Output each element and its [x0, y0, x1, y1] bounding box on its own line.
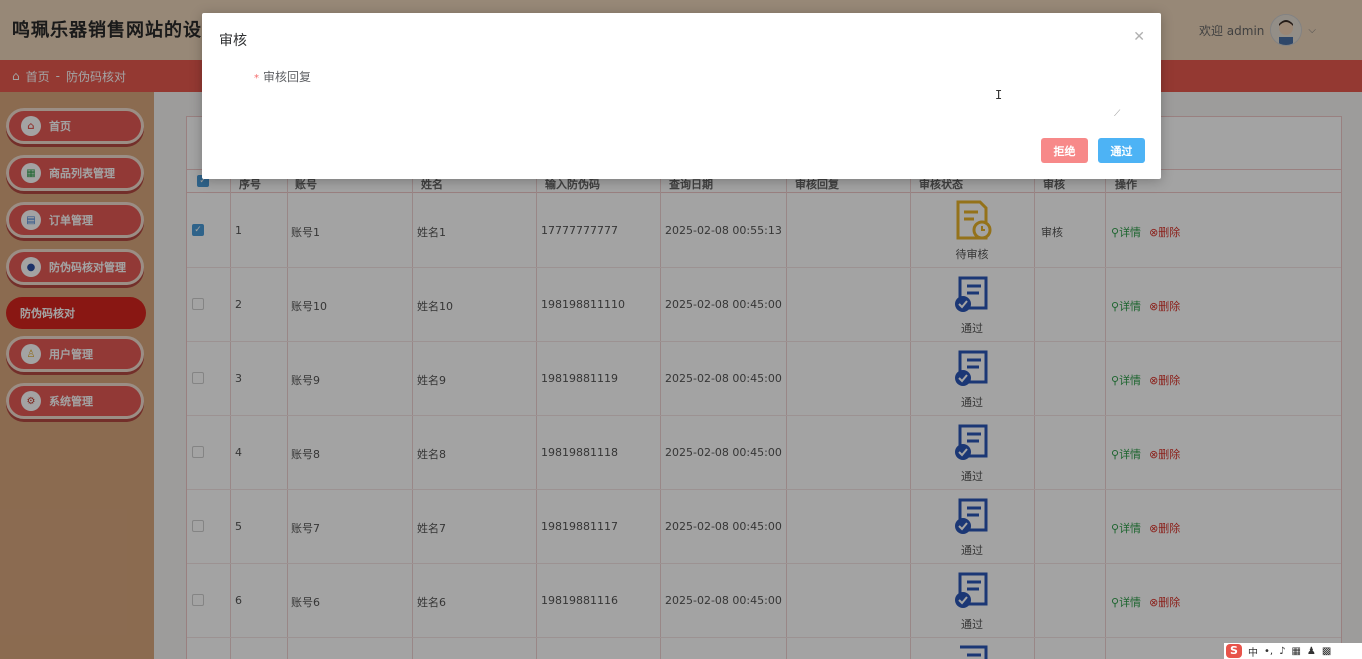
dialog-title: 审核: [219, 33, 247, 49]
reject-button[interactable]: 拒绝: [1041, 138, 1088, 163]
audit-dialog: 审核 ✕ * 审核回复 ⟋ I 拒绝 通过: [202, 13, 1161, 179]
close-icon[interactable]: ✕: [1133, 29, 1145, 45]
resize-grip-icon[interactable]: ⟋: [1114, 109, 1124, 119]
keyboard-icon[interactable]: ▦: [1291, 646, 1300, 657]
reply-textarea[interactable]: [330, 63, 1126, 119]
sogou-logo-icon[interactable]: S: [1226, 644, 1242, 658]
text-cursor-icon: I: [995, 88, 1003, 102]
reply-label-text: 审核回复: [263, 70, 312, 84]
ime-toolbar[interactable]: S 中 •, ♪ ▦ ♟ ▩: [1224, 643, 1362, 659]
punctuation-icon[interactable]: •,: [1264, 646, 1273, 657]
skin-icon[interactable]: ♟: [1307, 646, 1316, 657]
ime-mode[interactable]: 中: [1248, 644, 1258, 659]
reply-label: * 审核回复: [254, 68, 311, 85]
microphone-icon[interactable]: ♪: [1279, 646, 1285, 657]
required-mark: *: [254, 73, 259, 84]
toolbox-icon[interactable]: ▩: [1322, 646, 1331, 657]
pass-button[interactable]: 通过: [1098, 138, 1145, 163]
